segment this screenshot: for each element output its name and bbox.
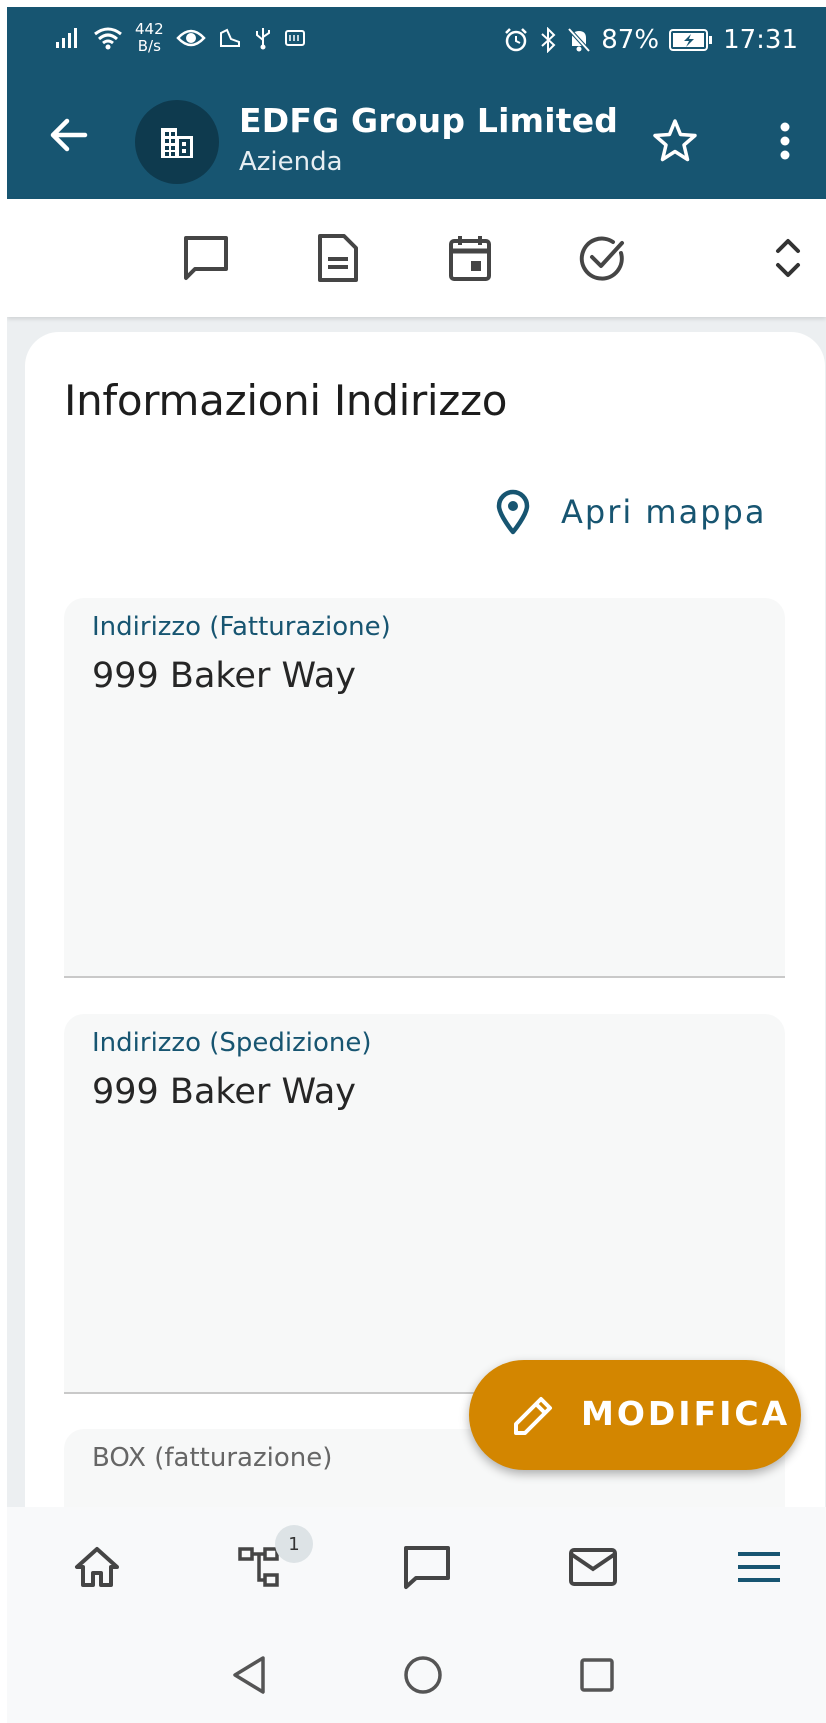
field-label: BOX (fatturazione) [92,1443,333,1473]
comment-icon [184,236,228,280]
square-recents-icon [580,1658,614,1692]
menu-icon [738,1552,780,1582]
system-back-button[interactable] [219,1645,279,1705]
speed-value: 442 [135,20,164,38]
notification-badge: 1 [275,1525,313,1563]
usb-icon [254,26,272,50]
open-map-label: Apri mappa [561,493,767,531]
field-label: Indirizzo (Fatturazione) [92,612,391,642]
mail-icon [569,1548,617,1586]
system-home-button[interactable] [393,1645,453,1705]
nav-mail[interactable] [561,1537,625,1597]
calendar-icon [449,236,491,281]
status-left: 442 B/s [55,21,306,55]
calendar-button[interactable] [441,229,499,287]
nav-home[interactable] [65,1537,129,1597]
avatar [135,100,219,184]
shipping-address-field[interactable]: Indirizzo (Spedizione) 999 Baker Way [64,1014,785,1394]
nav-comments[interactable] [395,1537,459,1597]
field-value: 999 Baker Way [92,1072,356,1112]
system-recents-button[interactable] [567,1645,627,1705]
status-right: 87% 17:31 [503,25,798,55]
expand-collapse-icon [776,239,800,277]
nav-menu[interactable] [727,1537,791,1597]
field-value: 999 Baker Way [92,656,356,696]
status-bar: 442 B/s 87% 17:31 [7,7,826,73]
expand-collapse-button[interactable] [759,229,817,287]
favorite-button[interactable] [647,113,703,169]
alarm-icon [503,27,529,53]
nfc-icon [284,28,306,48]
edit-button-label: MODIFICA [581,1394,791,1433]
comment-icon [404,1546,450,1589]
arrow-left-icon [50,118,88,152]
map-pin-icon [496,489,530,535]
more-options-button[interactable] [765,113,805,169]
check-circle-icon [579,236,624,281]
battery-charging-icon [669,28,713,52]
speed-unit: B/s [137,37,161,55]
home-icon [75,1547,119,1587]
building-icon [161,128,193,158]
document-icon [318,234,358,282]
eye-icon [175,27,206,49]
bluetooth-icon [539,27,557,53]
task-button[interactable] [573,229,631,287]
signal-icon [55,26,81,50]
more-vertical-icon [780,122,790,160]
app-frame: 442 B/s 87% 17:31 EDFG Group Limited Azi… [7,7,826,1723]
network-speed: 442 B/s [135,21,164,55]
bottom-nav: 1 [7,1507,826,1623]
system-nav [7,1623,826,1723]
card-title: Informazioni Indirizzo [64,376,508,425]
app-bar: EDFG Group Limited Azienda [7,73,826,199]
circle-home-icon [404,1656,442,1694]
bell-off-icon [567,27,591,53]
wifi-icon [93,26,123,50]
action-toolbar [7,199,826,317]
back-button[interactable] [41,107,97,163]
clock: 17:31 [723,25,798,55]
pencil-icon [514,1397,552,1435]
field-label: Indirizzo (Spedizione) [92,1028,372,1058]
open-map-link[interactable]: Apri mappa [495,482,766,542]
shoe-icon [218,27,242,49]
battery-percent: 87% [601,25,660,55]
page-subtitle: Azienda [239,147,343,177]
triangle-back-icon [233,1656,265,1694]
comment-button[interactable] [177,229,235,287]
document-button[interactable] [309,229,367,287]
page-title: EDFG Group Limited [239,101,619,140]
billing-address-field[interactable]: Indirizzo (Fatturazione) 999 Baker Way [64,598,785,978]
edit-button[interactable]: MODIFICA [469,1360,801,1470]
star-outline-icon [653,119,697,162]
header: 442 B/s 87% 17:31 EDFG Group Limited Azi… [7,7,826,199]
